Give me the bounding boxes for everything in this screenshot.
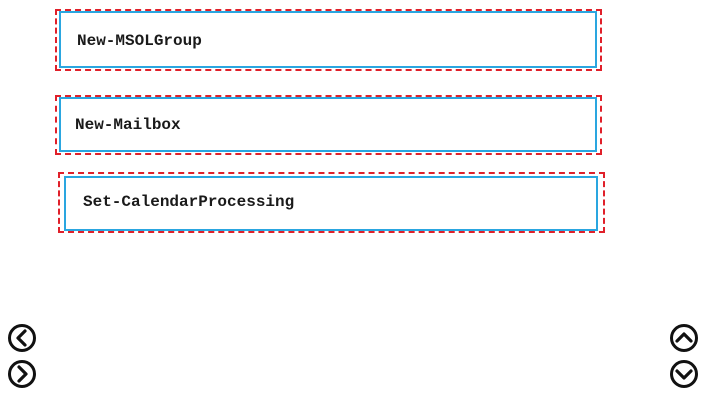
- chevron-up-circle-icon: [670, 324, 698, 352]
- chevron-down-circle-icon: [670, 360, 698, 388]
- move-right-button[interactable]: [7, 359, 37, 389]
- chevron-left-circle-icon: [8, 324, 36, 352]
- command-label: New-Mailbox: [75, 116, 181, 134]
- move-left-button[interactable]: [7, 323, 37, 353]
- command-label: New-MSOLGroup: [77, 32, 202, 50]
- chevron-right-circle-icon: [8, 360, 36, 388]
- move-up-button[interactable]: [669, 323, 699, 353]
- move-down-button[interactable]: [669, 359, 699, 389]
- command-option-new-msolgroup[interactable]: New-MSOLGroup: [55, 9, 602, 71]
- command-option-set-calendarprocessing[interactable]: Set-CalendarProcessing: [58, 172, 605, 233]
- command-option-new-mailbox[interactable]: New-Mailbox: [55, 95, 602, 155]
- command-label: Set-CalendarProcessing: [83, 193, 295, 211]
